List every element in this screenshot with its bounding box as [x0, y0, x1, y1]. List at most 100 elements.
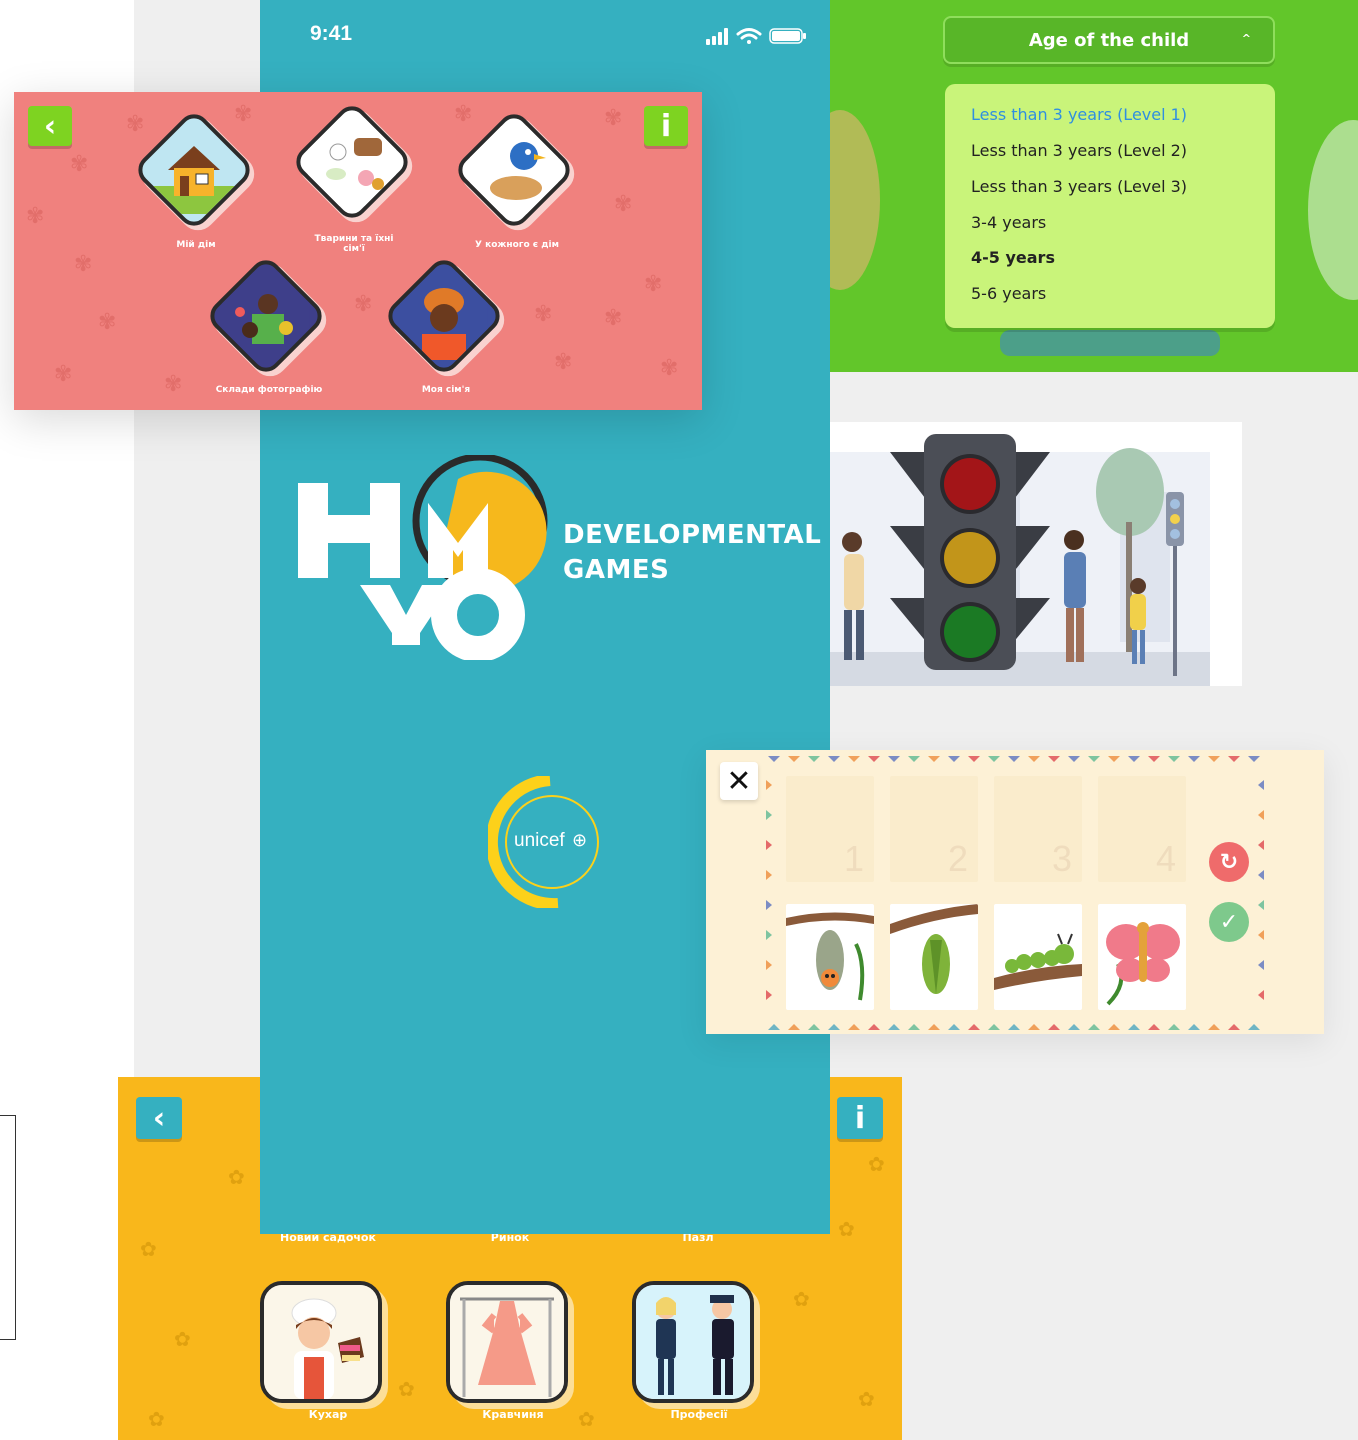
tile-label-line-2: сім'ї	[343, 244, 365, 254]
bee-pattern-icon: ✾	[74, 252, 93, 277]
age-option-4-5[interactable]: 4-5 years	[971, 248, 1055, 267]
bird-nest-illustration	[470, 126, 558, 214]
reset-button[interactable]: ↻	[1209, 842, 1249, 882]
bee-pattern-icon: ✾	[98, 310, 117, 335]
info-button[interactable]: i	[837, 1097, 883, 1139]
card-butterfly[interactable]	[1098, 904, 1186, 1010]
slot-number: 2	[947, 838, 968, 879]
age-option-level-3[interactable]: Less than 3 years (Level 3)	[971, 177, 1187, 196]
animals-illustration	[308, 118, 396, 206]
caterpillar-illustration	[994, 933, 1082, 990]
pineapple-pattern-icon: ✿	[858, 1387, 875, 1411]
brand-title: DEVELOPMENTAL GAMES	[563, 518, 821, 588]
status-bar-icons	[706, 28, 806, 45]
brand-line-2: GAMES	[563, 555, 670, 585]
slot-number: 3	[1051, 838, 1072, 879]
answer-slot-4[interactable]: 4	[1098, 776, 1186, 882]
tile-label-animals-and-families: Тварини та їхні сім'ї	[306, 234, 402, 254]
pineapple-pattern-icon: ✿	[838, 1217, 855, 1241]
left-border	[766, 780, 772, 1000]
bee-pattern-icon: ✾	[604, 306, 623, 331]
bee-pattern-icon: ✾	[70, 152, 89, 177]
slot-number: 4	[1155, 838, 1176, 879]
check-icon: ✓	[1219, 909, 1239, 935]
tile-professions[interactable]	[632, 1281, 754, 1403]
slot-number: 1	[843, 838, 864, 879]
refresh-icon: ↻	[1219, 849, 1239, 875]
answer-slot-3[interactable]: 3	[994, 776, 1082, 882]
tile-animals-and-families[interactable]	[289, 99, 420, 230]
pineapple-pattern-icon: ✿	[793, 1287, 810, 1311]
tile-label-professions: Професії	[670, 1408, 728, 1421]
chrysalis-with-face-illustration	[786, 912, 874, 1001]
unicef-logo: unicef ⊕	[488, 776, 604, 908]
pineapple-pattern-icon: ✿	[398, 1377, 415, 1401]
blurred-button	[1000, 330, 1220, 356]
age-option-level-2[interactable]: Less than 3 years (Level 2)	[971, 141, 1187, 160]
age-options-list: Less than 3 years (Level 1) Less than 3 …	[945, 84, 1275, 328]
card-chrysalis-with-face[interactable]	[786, 904, 874, 1010]
bee-pattern-icon: ✾	[614, 192, 633, 217]
bee-pattern-icon: ✾	[554, 350, 573, 375]
wifi-icon	[736, 28, 762, 44]
bee-pattern-icon: ✾	[164, 372, 183, 397]
pineapple-pattern-icon: ✿	[868, 1152, 885, 1176]
age-dropdown-header[interactable]: Age of the child ^	[943, 16, 1275, 64]
tile-label-seamstress: Кравчиня	[482, 1408, 544, 1421]
pineapple-pattern-icon: ✿	[578, 1407, 595, 1431]
tile-label-my-home: Мій дім	[176, 240, 216, 250]
status-bar-time: 9:41	[310, 22, 353, 45]
tile-label-line-1: Тварини та їхні	[314, 234, 394, 244]
age-selection-screen: Age of the child ^ Less than 3 years (Le…	[830, 0, 1358, 372]
bee-pattern-icon: ✾	[644, 272, 663, 297]
tile-my-home[interactable]	[131, 107, 262, 238]
house-illustration	[150, 146, 238, 214]
chevron-left-icon: ‹	[152, 1100, 166, 1136]
card-green-chrysalis[interactable]	[890, 904, 978, 1010]
brand-line-1: DEVELOPMENTAL	[563, 520, 822, 550]
back-button[interactable]: ‹	[28, 106, 72, 146]
pineapple-pattern-icon: ✿	[140, 1237, 157, 1261]
hmyo-logo	[298, 455, 548, 660]
dress-illustration	[450, 1285, 564, 1399]
life-cycle-sequence-screen: ✕ 1 2 3 4 ↻ ✓	[706, 750, 1324, 1034]
signal-icon	[706, 28, 728, 45]
bee-pattern-icon: ✾	[660, 356, 679, 381]
info-button[interactable]: i	[644, 106, 688, 146]
tile-my-family[interactable]	[381, 253, 512, 384]
age-option-level-1[interactable]: Less than 3 years (Level 1)	[971, 105, 1187, 124]
bee-pattern-icon: ✾	[604, 106, 623, 131]
pineapple-pattern-icon: ✿	[228, 1165, 245, 1189]
age-option-5-6[interactable]: 5-6 years	[971, 284, 1046, 303]
tile-label-cook: Кухар	[308, 1408, 348, 1421]
close-button[interactable]: ✕	[720, 762, 758, 800]
info-icon: i	[660, 108, 672, 144]
chevron-left-icon: ‹	[43, 108, 57, 144]
butterfly-illustration	[1106, 922, 1180, 1006]
card-caterpillar[interactable]	[994, 904, 1082, 1010]
back-button[interactable]: ‹	[136, 1097, 182, 1139]
tile-everyone-has-home[interactable]	[451, 107, 582, 238]
my-home-screen: ✾ ✾ ✾ ✾ ✾ ✾ ✾ ✾ ✾ ✾ ✾ ✾ ✾ ✾ ✾ ✾ ✾ ‹ i Мі…	[14, 92, 702, 410]
tile-make-photo[interactable]	[203, 253, 334, 384]
tile-label-everyone-has-home: У кожного є дім	[475, 240, 559, 250]
chevron-up-icon: ^	[1241, 32, 1251, 45]
age-option-3-4[interactable]: 3-4 years	[971, 213, 1046, 232]
outline-frame	[0, 1115, 16, 1340]
traffic-light-illustration	[830, 422, 1242, 686]
bee-pattern-icon: ✾	[54, 362, 73, 387]
traffic-light-screen	[830, 422, 1242, 686]
top-border	[768, 756, 1260, 762]
globe-icon: ⊕	[572, 830, 588, 851]
tile-seamstress[interactable]	[446, 1281, 568, 1403]
tile-label-my-family: Моя сім'я	[421, 385, 471, 395]
family-photo-illustration	[222, 272, 310, 360]
age-dropdown-title: Age of the child	[1028, 29, 1190, 51]
unicef-wordmark: unicef	[514, 830, 565, 851]
answer-slot-1[interactable]: 1	[786, 776, 874, 882]
tile-cook[interactable]	[260, 1281, 382, 1403]
answer-slot-2[interactable]: 2	[890, 776, 978, 882]
check-button[interactable]: ✓	[1209, 902, 1249, 942]
bee-pattern-icon: ✾	[26, 204, 45, 229]
professions-illustration	[636, 1285, 750, 1399]
